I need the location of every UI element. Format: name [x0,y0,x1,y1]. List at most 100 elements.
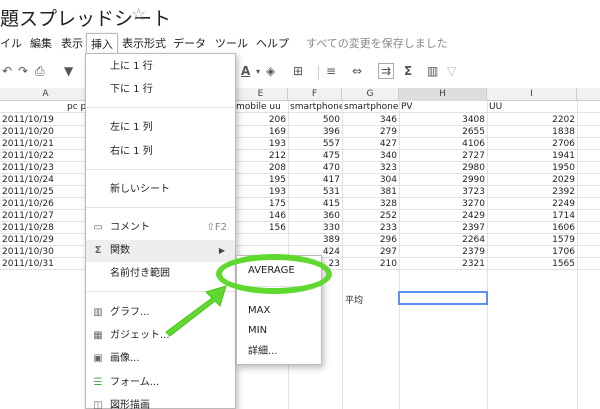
table-cell[interactable]: 2397 [401,222,485,234]
table-cell[interactable]: 252 [344,210,397,222]
insert-form[interactable]: ☰ フォーム... [86,372,235,394]
table-cell[interactable]: 1579 [489,234,575,246]
table-cell[interactable]: 2655 [401,126,485,138]
table-cell[interactable]: 193 [236,186,286,198]
menu-help[interactable]: ヘルプ [256,35,289,51]
undo-icon[interactable]: ↶ [2,64,12,78]
table-cell[interactable]: 500 [290,114,340,126]
table-cell[interactable]: 2011/10/29 [2,234,90,246]
table-cell[interactable]: 2011/10/19 [2,114,90,126]
table-cell[interactable]: 2980 [401,162,485,174]
column-header-g[interactable]: G [342,88,399,101]
insert-column-right[interactable]: 右に 1 列 [86,141,235,163]
table-cell[interactable]: 3270 [401,198,485,210]
table-cell[interactable]: 2429 [401,210,485,222]
table-cell[interactable]: 2011/10/25 [2,186,90,198]
table-cell[interactable]: 415 [290,198,340,210]
column-header-i[interactable]: I [487,88,577,101]
print-icon[interactable]: ⎙ [35,64,45,79]
table-cell[interactable]: 2011/10/22 [2,150,90,162]
table-cell[interactable]: 2264 [401,234,485,246]
table-cell[interactable]: 2011/10/27 [2,210,90,222]
table-cell[interactable]: 475 [290,150,340,162]
menu-view[interactable]: 表示 [61,35,83,51]
table-cell[interactable]: 1941 [489,150,575,162]
selected-cell[interactable] [398,291,488,305]
table-cell[interactable]: 2029 [489,174,575,186]
paint-format-icon[interactable]: ▼ [64,64,73,78]
table-cell[interactable]: 146 [236,210,286,222]
star-icon[interactable]: ☆ [131,5,146,25]
table-cell[interactable]: 169 [236,126,286,138]
menu-edit[interactable]: 編集 [30,35,52,51]
insert-row-above[interactable]: 上に 1 行 [86,56,235,78]
table-cell[interactable]: 2011/10/24 [2,174,90,186]
table-cell[interactable]: 346 [344,114,397,126]
table-cell[interactable]: 1714 [489,210,575,222]
wrap-text-icon[interactable]: ⇉ [378,63,395,79]
align-icon[interactable]: ≡ [326,64,336,78]
table-cell[interactable]: 233 [344,222,397,234]
function-more[interactable]: 詳細... [237,341,321,363]
average-label[interactable]: 平均 [345,293,363,306]
table-cell[interactable]: 2202 [489,114,575,126]
table-cell[interactable]: 389 [290,234,340,246]
table-cell[interactable]: 470 [290,162,340,174]
table-cell[interactable]: 360 [290,210,340,222]
table-cell[interactable]: 381 [344,186,397,198]
table-cell[interactable]: 195 [236,174,286,186]
chart-icon[interactable]: ▥ [427,64,438,78]
function-max[interactable]: MAX [237,300,321,322]
column-header-f[interactable]: F [288,88,342,101]
table-cell[interactable]: 206 [236,114,286,126]
insert-row-below[interactable]: 下に 1 行 [86,79,235,101]
table-cell[interactable]: 156 [236,222,286,234]
table-cell[interactable]: 2011/10/26 [2,198,90,210]
table-cell[interactable]: 1565 [489,258,575,270]
column-header-h[interactable]: H [399,88,487,101]
table-cell[interactable]: 2392 [489,186,575,198]
table-cell[interactable] [236,234,286,246]
table-cell[interactable]: 297 [344,246,397,258]
menu-tools[interactable]: ツール [215,35,248,51]
merge-icon[interactable]: ⇔ [352,64,362,78]
table-cell[interactable]: 2990 [401,174,485,186]
column-header-a[interactable]: A [0,88,92,101]
redo-icon[interactable]: ↷ [18,64,28,78]
table-cell[interactable]: 396 [290,126,340,138]
menu-file[interactable]: イル [0,35,22,51]
table-cell[interactable]: 212 [236,150,286,162]
table-cell[interactable]: 175 [236,198,286,210]
text-color-icon[interactable]: A [241,64,250,78]
cell[interactable]: PV [401,101,487,113]
table-cell[interactable]: 323 [344,162,397,174]
function-icon[interactable]: Σ [404,64,412,78]
table-cell[interactable]: 531 [290,186,340,198]
cell[interactable]: smartphone [344,101,399,113]
table-cell[interactable]: 557 [290,138,340,150]
menu-format[interactable]: 表示形式 [122,35,166,51]
table-cell[interactable]: 279 [344,126,397,138]
insert-drawing[interactable]: ◫ 図形描画 [86,395,235,409]
table-cell[interactable]: 208 [236,162,286,174]
filter-icon[interactable]: ▽ [447,64,456,78]
table-cell[interactable]: 2727 [401,150,485,162]
table-cell[interactable]: 340 [344,150,397,162]
table-cell[interactable]: 2249 [489,198,575,210]
table-cell[interactable]: 2321 [401,258,485,270]
table-cell[interactable]: 304 [344,174,397,186]
table-cell[interactable]: 3408 [401,114,485,126]
insert-column-left[interactable]: 左に 1 列 [86,117,235,139]
cell[interactable]: UU [489,101,577,113]
insert-image[interactable]: ▣ 画像... [86,348,235,370]
table-cell[interactable]: 2011/10/21 [2,138,90,150]
fill-color-icon[interactable]: ◈ [266,64,275,78]
table-cell[interactable]: 193 [236,138,286,150]
insert-comment[interactable]: ▭ コメント ⇧F2 [86,217,235,239]
table-cell[interactable]: 4106 [401,138,485,150]
table-cell[interactable]: 296 [344,234,397,246]
cell[interactable]: mobile uu [236,101,288,113]
table-cell[interactable]: 210 [344,258,397,270]
cell[interactable]: smartphone [290,101,342,113]
table-cell[interactable]: 1706 [489,246,575,258]
